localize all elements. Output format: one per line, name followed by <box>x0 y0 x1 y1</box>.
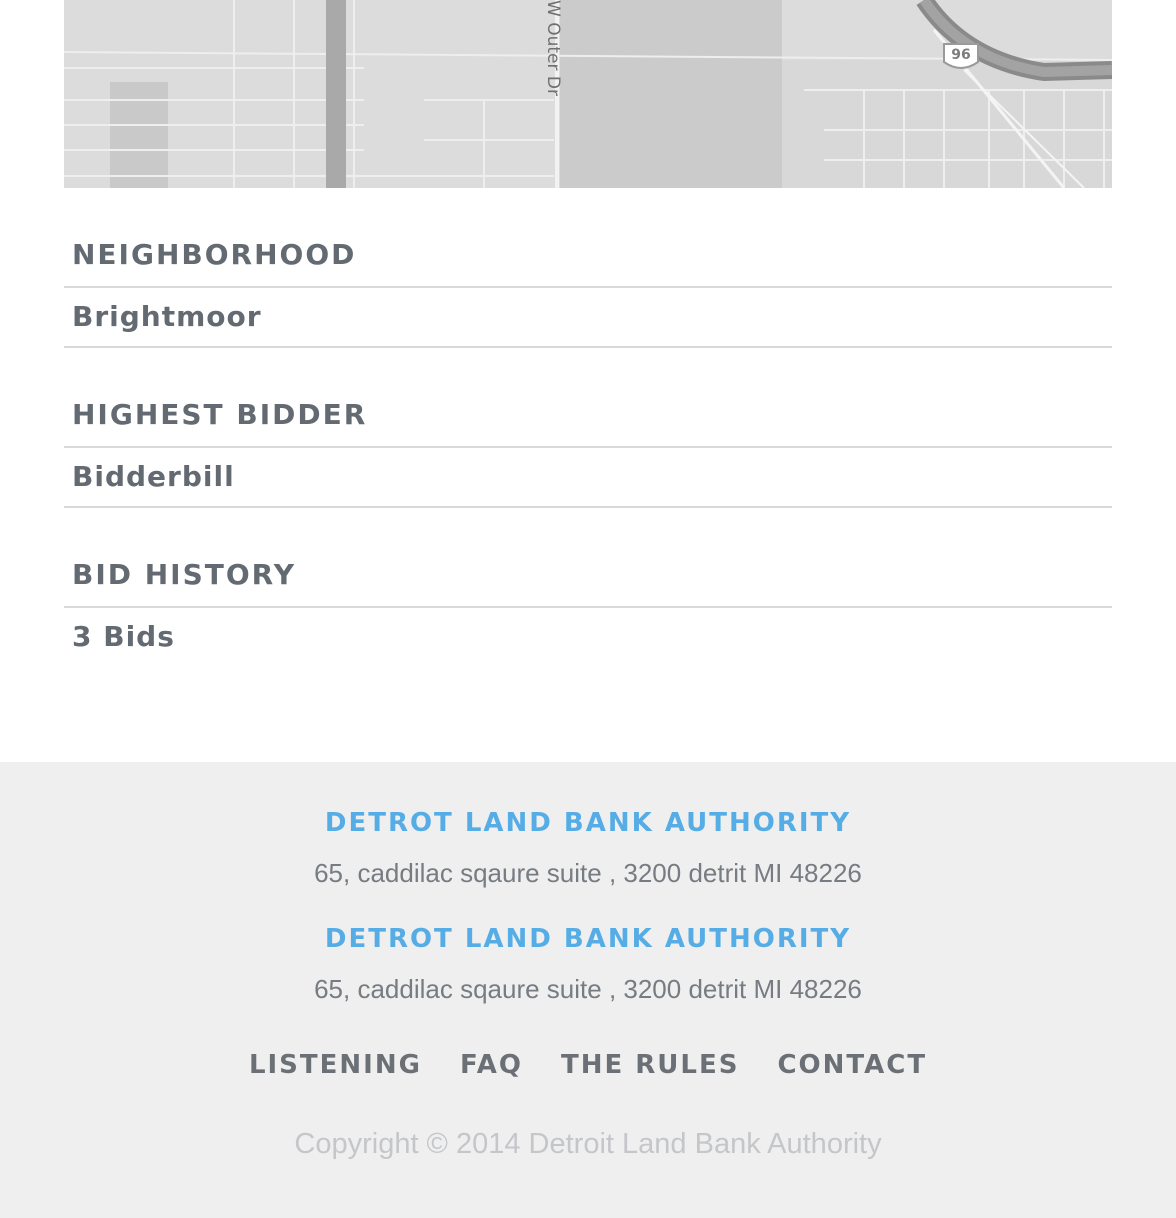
map-tiles: 96 W Outer Dr <box>64 0 1112 188</box>
org-address: 65, caddilac sqaure suite , 3200 detrit … <box>314 858 862 888</box>
org-name: DETROT LAND BANK AUTHORITY <box>324 924 852 954</box>
divider <box>64 446 1112 448</box>
nav-link-contact[interactable]: CONTACT <box>777 1050 927 1080</box>
listing-details: NEIGHBORHOOD Brightmoor HIGHEST BIDDER B… <box>64 188 1112 668</box>
org-name: DETROT LAND BANK AUTHORITY <box>324 808 852 838</box>
neighborhood-value: Brightmoor <box>72 300 262 333</box>
highway-shield-label: 96 <box>951 47 970 63</box>
bid-history-label: BID HISTORY <box>72 558 296 591</box>
detail-highest-bidder: HIGHEST BIDDER Bidderbill <box>64 348 1112 508</box>
org-address: 65, caddilac sqaure suite , 3200 detrit … <box>314 974 862 1004</box>
footer-nav: LISTENING FAQ THE RULES CONTACT <box>0 1050 1176 1080</box>
detail-bid-history: BID HISTORY 3 Bids <box>64 508 1112 668</box>
divider <box>64 286 1112 288</box>
map[interactable]: 96 W Outer Dr <box>64 0 1112 188</box>
nav-link-the-rules[interactable]: THE RULES <box>561 1050 740 1080</box>
neighborhood-label: NEIGHBORHOOD <box>72 238 357 271</box>
page: 96 W Outer Dr NEIGHBORHOOD Brightmoor HI… <box>0 0 1176 1218</box>
highest-bidder-value: Bidderbill <box>72 460 235 493</box>
divider <box>64 606 1112 608</box>
nav-link-faq[interactable]: FAQ <box>460 1050 523 1080</box>
highest-bidder-label: HIGHEST BIDDER <box>72 398 368 431</box>
detail-neighborhood: NEIGHBORHOOD Brightmoor <box>64 188 1112 348</box>
copyright: Copyright © 2014 Detroit Land Bank Autho… <box>294 1128 882 1160</box>
bid-history-value[interactable]: 3 Bids <box>72 620 175 653</box>
nav-link-listening[interactable]: LISTENING <box>249 1050 422 1080</box>
street-label: W Outer Dr <box>543 0 563 96</box>
footer: DETROT LAND BANK AUTHORITY 65, caddilac … <box>0 762 1176 1218</box>
